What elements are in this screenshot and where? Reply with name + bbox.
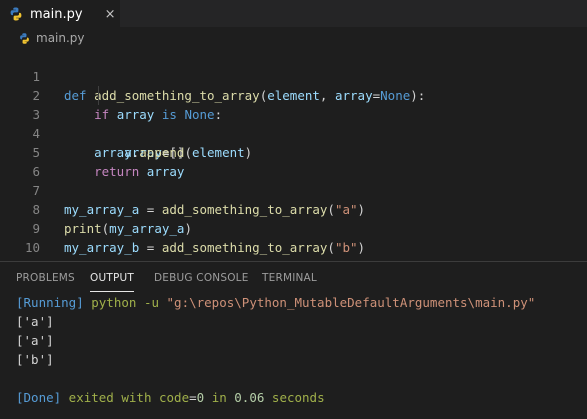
breadcrumb-file-label: main.py [36, 31, 85, 45]
output-line: [Done] exited with code=0 in 0.06 second… [0, 388, 587, 407]
indent-guide [98, 86, 99, 105]
tab-output[interactable]: OUTPUT [90, 272, 134, 292]
editor-tab-bar: main.py × [0, 0, 587, 28]
code-editor[interactable]: 1 def add_something_to_array(element, ar… [0, 48, 587, 293]
tab-problems[interactable]: PROBLEMS [16, 272, 75, 284]
exited-text: exited with [61, 390, 159, 405]
output-line-empty [0, 369, 587, 388]
running-tag: [Running] [16, 295, 84, 310]
breadcrumb[interactable]: main.py [0, 28, 587, 48]
code-line: 6 [0, 143, 587, 179]
file-path: "g:\repos\Python_MutableDefaultArguments… [166, 295, 536, 310]
tab-terminal[interactable]: TERMINAL [262, 272, 317, 284]
output-line: [Running] python -u "g:\repos\Python_Mut… [0, 293, 587, 312]
output-console[interactable]: [Running] python -u "g:\repos\Python_Mut… [0, 293, 587, 407]
python-file-icon [20, 32, 29, 44]
bottom-panel: PROBLEMS OUTPUT DEBUG CONSOLE TERMINAL [… [0, 261, 587, 419]
code-line: 4 array.append(element) [0, 105, 587, 160]
code-line: 10 print(my_array_a) [0, 219, 587, 274]
panel-tab-bar: PROBLEMS OUTPUT DEBUG CONSOLE TERMINAL [0, 262, 587, 294]
active-tab-indicator [90, 291, 134, 292]
code-line: 7 my_array_a = add_something_to_array("a… [0, 162, 587, 217]
code-line: 3 array=[] [0, 86, 587, 160]
in-text: in [204, 390, 235, 405]
code-line: 2 if array is None: [0, 67, 587, 122]
code-line: 5 return array [0, 124, 587, 179]
output-line: ['a'] [16, 333, 54, 348]
output-line: ['a'] [16, 314, 54, 329]
code-line: 8 print(my_array_a) [0, 181, 587, 236]
code-line: 1 def add_something_to_array(element, ar… [0, 48, 587, 103]
done-tag: [Done] [16, 390, 62, 405]
code-line: 9 my_array_b = add_something_to_array("b… [0, 200, 587, 255]
python-file-icon [10, 7, 22, 21]
elapsed-time: 0.06 [234, 390, 265, 405]
code-equals: = [189, 390, 197, 405]
tab-main-py[interactable]: main.py × [0, 0, 120, 28]
command: python -u [83, 295, 167, 310]
output-line: ['b'] [16, 352, 54, 367]
tab-label: main.py [30, 6, 83, 22]
code-label: code [159, 390, 190, 405]
code-line: 11 print(my_array_b) [0, 238, 587, 293]
seconds-text: seconds [264, 390, 325, 405]
tab-output-label: OUTPUT [90, 272, 134, 284]
tab-debug-console[interactable]: DEBUG CONSOLE [154, 272, 249, 284]
close-icon[interactable]: × [105, 7, 116, 22]
